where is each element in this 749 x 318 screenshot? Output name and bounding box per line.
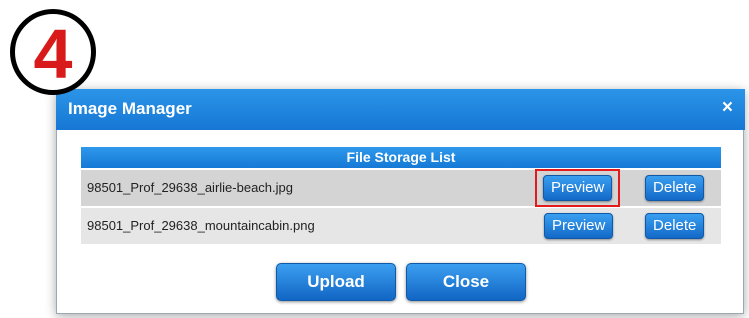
file-name: 98501_Prof_29638_mountaincabin.png [87, 218, 315, 233]
step-number: 4 [33, 15, 73, 93]
dialog-footer: Upload Close [57, 263, 745, 301]
preview-button[interactable]: Preview [542, 174, 613, 201]
dialog-title-bar: Image Manager × [56, 89, 745, 130]
preview-button[interactable]: Preview [543, 213, 614, 239]
file-name: 98501_Prof_29638_airlie-beach.jpg [87, 180, 293, 195]
image-manager-dialog: Image Manager × File Storage List 98501_… [56, 89, 745, 314]
list-header: File Storage List [81, 147, 721, 168]
preview-cell: Preview [531, 168, 626, 207]
preview-cell: Preview [531, 208, 626, 244]
step-marker: 4 [10, 9, 96, 95]
file-row: 98501_Prof_29638_mountaincabin.png Previ… [81, 208, 721, 244]
upload-button[interactable]: Upload [276, 263, 396, 301]
delete-button[interactable]: Delete [645, 175, 705, 201]
close-icon[interactable]: × [722, 96, 733, 120]
delete-cell: Delete [628, 208, 721, 244]
close-button[interactable]: Close [406, 263, 526, 301]
dialog-title: Image Manager [68, 99, 192, 118]
highlight-box: Preview [534, 168, 621, 207]
file-row: 98501_Prof_29638_airlie-beach.jpg Previe… [81, 168, 721, 207]
file-storage-list: File Storage List 98501_Prof_29638_airli… [81, 147, 721, 244]
delete-cell: Delete [628, 170, 721, 206]
delete-button[interactable]: Delete [645, 213, 705, 239]
